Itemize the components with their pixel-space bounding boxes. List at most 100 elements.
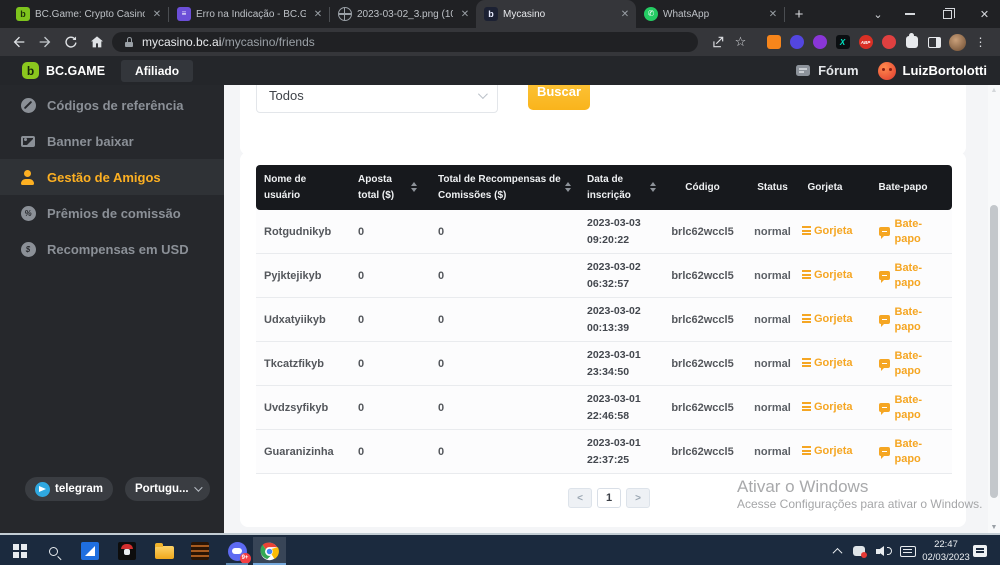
back-button[interactable] bbox=[6, 28, 32, 56]
language-selector[interactable]: Portugu... bbox=[125, 477, 210, 501]
sort-icon[interactable] bbox=[565, 182, 571, 193]
cell-chat: Bate-papo bbox=[860, 386, 952, 430]
tip-link[interactable]: Gorjeta bbox=[802, 225, 853, 237]
table-row: Guaranizinha002023-03-0122:37:25brlc62wc… bbox=[256, 430, 952, 474]
tray-antivirus-icon[interactable] bbox=[850, 537, 868, 565]
lock-icon[interactable] bbox=[124, 37, 134, 47]
taskbar-app-game[interactable] bbox=[110, 537, 144, 565]
sort-icon[interactable] bbox=[650, 182, 656, 193]
sidebar-item-commission-rewards[interactable]: % Prêmios de comissão bbox=[0, 195, 224, 231]
forward-button[interactable] bbox=[32, 28, 58, 56]
side-panel-icon[interactable] bbox=[923, 28, 946, 56]
restore-button[interactable] bbox=[925, 0, 969, 28]
banner-icon bbox=[20, 133, 36, 149]
tab-search-chevron-icon[interactable]: ⌄ bbox=[861, 0, 895, 28]
browser-tab[interactable]: 2023-03-02_3.png (1024×76 ✕ bbox=[330, 0, 476, 28]
extensions-puzzle-icon[interactable] bbox=[900, 28, 923, 56]
filter-card: Todos Buscar bbox=[240, 85, 966, 155]
sidebar-item-referral-codes[interactable]: Códigos de referência bbox=[0, 87, 224, 123]
profile-avatar[interactable] bbox=[946, 28, 969, 56]
taskbar-chrome[interactable] bbox=[253, 537, 286, 565]
browser-tab[interactable]: b BC.Game: Crypto Casino Gam ✕ bbox=[8, 0, 168, 28]
share-icon[interactable] bbox=[706, 28, 729, 56]
friend-type-select[interactable]: Todos bbox=[256, 85, 498, 113]
telegram-button[interactable]: telegram bbox=[25, 477, 113, 501]
cell-code: brlc62wccl5 bbox=[660, 254, 745, 298]
sort-icon[interactable] bbox=[411, 182, 417, 193]
prev-page-button[interactable]: < bbox=[568, 488, 592, 508]
coins-icon bbox=[802, 226, 811, 235]
reload-button[interactable] bbox=[58, 28, 84, 56]
user-avatar[interactable] bbox=[878, 62, 896, 80]
chat-link[interactable]: Bate-papo bbox=[879, 305, 928, 334]
tab-close-icon[interactable]: ✕ bbox=[150, 9, 164, 20]
sidebar-item-banner-download[interactable]: Banner baixar bbox=[0, 123, 224, 159]
address-bar[interactable]: mycasino.bc.ai/mycasino/friends bbox=[112, 32, 698, 52]
cell-commission-rewards: 0 bbox=[430, 298, 578, 342]
bcgame-logo[interactable]: b BC.GAME bbox=[22, 62, 105, 79]
new-tab-button[interactable]: + bbox=[785, 6, 813, 23]
tip-link[interactable]: Gorjeta bbox=[802, 269, 853, 281]
action-center-icon[interactable] bbox=[970, 537, 990, 565]
bookmark-star-icon[interactable]: ☆ bbox=[729, 28, 752, 56]
x-extension-icon[interactable]: X bbox=[831, 28, 854, 56]
sidebar-item-usd-rewards[interactable]: $ Recompensas em USD bbox=[0, 231, 224, 267]
chat-bubble-icon bbox=[879, 403, 890, 412]
search-button[interactable]: Buscar bbox=[528, 85, 590, 110]
next-page-button[interactable]: > bbox=[626, 488, 650, 508]
scroll-up-icon[interactable]: ▲ bbox=[988, 87, 1000, 94]
tray-volume-icon[interactable] bbox=[874, 537, 894, 565]
tray-expand-chevron[interactable] bbox=[828, 537, 846, 565]
browser-tab-active[interactable]: b Mycasino ✕ bbox=[476, 0, 636, 28]
chat-link[interactable]: Bate-papo bbox=[879, 393, 928, 422]
affiliate-tab[interactable]: Afiliado bbox=[121, 60, 193, 82]
chat-link[interactable]: Bate-papo bbox=[879, 261, 928, 290]
col-bet-total[interactable]: Aposta total ($) bbox=[350, 165, 430, 210]
tip-link[interactable]: Gorjeta bbox=[802, 445, 853, 457]
friends-table-card: Nome de usuário Aposta total ($) Total d… bbox=[240, 152, 966, 527]
wallet-extension-icon[interactable] bbox=[785, 28, 808, 56]
browser-tab[interactable]: ✆ WhatsApp ✕ bbox=[636, 0, 784, 28]
home-button[interactable] bbox=[84, 28, 110, 56]
col-signup-date[interactable]: Data de inscrição bbox=[578, 165, 660, 210]
chat-link[interactable]: Bate-papo bbox=[879, 349, 928, 378]
purple-extension-icon[interactable] bbox=[808, 28, 831, 56]
tab-close-icon[interactable]: ✕ bbox=[311, 9, 325, 20]
main-content: Todos Buscar Nome de usuário Aposta tota… bbox=[224, 85, 1000, 533]
taskbar-file-explorer[interactable] bbox=[147, 537, 181, 565]
col-commission-rewards[interactable]: Total de Recompensas de Comissões ($) bbox=[430, 165, 578, 210]
scroll-down-icon[interactable]: ▼ bbox=[988, 524, 1000, 531]
tab-close-icon[interactable]: ✕ bbox=[458, 9, 472, 20]
taskbar-search-icon[interactable] bbox=[36, 537, 70, 565]
tab-close-icon[interactable]: ✕ bbox=[618, 9, 632, 20]
metamask-extension-icon[interactable] bbox=[762, 28, 785, 56]
cell-status: normal bbox=[745, 254, 800, 298]
sidebar-item-friends-management[interactable]: Gestão de Amigos bbox=[0, 159, 224, 195]
red-extension-icon[interactable] bbox=[877, 28, 900, 56]
chat-link[interactable]: Bate-papo bbox=[879, 217, 928, 246]
taskbar-discord[interactable]: 9+ bbox=[220, 537, 254, 565]
scrollbar-thumb[interactable] bbox=[990, 205, 998, 498]
minimize-button[interactable] bbox=[895, 0, 925, 28]
cell-chat: Bate-papo bbox=[860, 254, 952, 298]
start-button[interactable] bbox=[3, 537, 37, 565]
tab-close-icon[interactable]: ✕ bbox=[766, 9, 780, 20]
page-scrollbar[interactable]: ▲ ▼ bbox=[988, 85, 1000, 533]
tip-link[interactable]: Gorjeta bbox=[802, 357, 853, 369]
tip-link[interactable]: Gorjeta bbox=[802, 401, 853, 413]
forum-link[interactable]: Fórum bbox=[818, 63, 858, 78]
adblock-extension-icon[interactable]: ABP bbox=[854, 28, 877, 56]
browser-menu-icon[interactable]: ⋮ bbox=[969, 28, 992, 56]
cell-commission-rewards: 0 bbox=[430, 386, 578, 430]
username-label[interactable]: LuizBortolotti bbox=[903, 63, 987, 78]
taskbar-app-blue[interactable] bbox=[73, 537, 107, 565]
current-page-button[interactable]: 1 bbox=[597, 488, 621, 508]
taskbar-app-stack[interactable] bbox=[183, 537, 217, 565]
chat-link[interactable]: Bate-papo bbox=[879, 437, 928, 466]
taskbar-clock[interactable]: 22:4702/03/2023 bbox=[918, 537, 974, 565]
browser-tab[interactable]: ≡ Erro na Indicação - BC.Game ✕ bbox=[169, 0, 329, 28]
tray-keyboard-icon[interactable] bbox=[898, 537, 918, 565]
windows-taskbar: 9+ 22:4702/03/2023 bbox=[0, 533, 1000, 565]
close-button[interactable]: ✕ bbox=[969, 0, 1000, 28]
tip-link[interactable]: Gorjeta bbox=[802, 313, 853, 325]
